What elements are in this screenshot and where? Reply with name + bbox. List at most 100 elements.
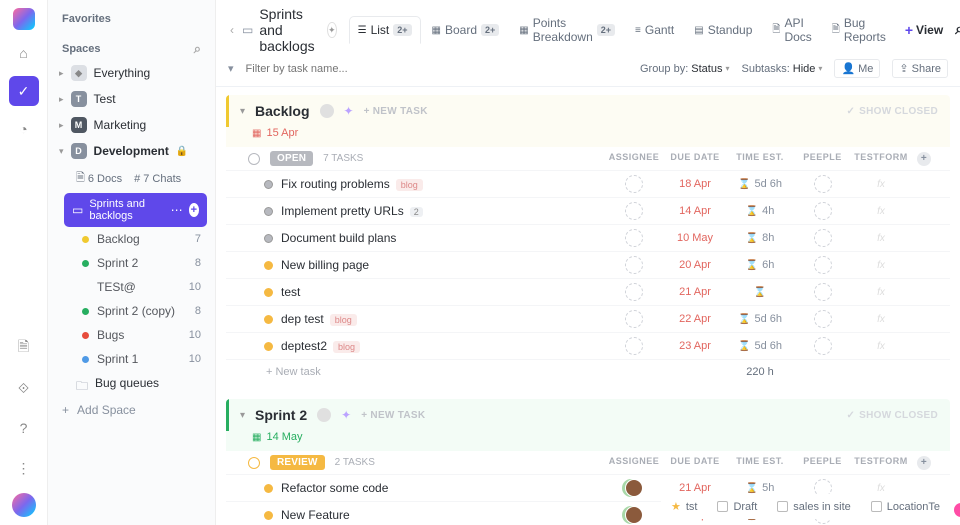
cell-peeple[interactable] bbox=[795, 310, 850, 328]
show-closed-button[interactable]: ✓SHOW CLOSED bbox=[846, 410, 938, 421]
cell-due[interactable]: 14 Apr bbox=[665, 205, 725, 217]
docs-link[interactable]: 🗎6 Docs bbox=[76, 169, 122, 188]
subtasks-select[interactable]: Subtasks: Hide ▾ bbox=[741, 63, 822, 75]
cell-assignee[interactable] bbox=[603, 337, 665, 355]
cell-peeple[interactable] bbox=[795, 229, 850, 247]
add-view-button[interactable]: +View bbox=[899, 18, 949, 42]
search-icon[interactable]: ⌕ bbox=[955, 21, 960, 39]
add-space-button[interactable]: + Add Space bbox=[48, 395, 215, 425]
assignee-placeholder[interactable] bbox=[625, 310, 643, 328]
show-closed-button[interactable]: ✓SHOW CLOSED bbox=[846, 106, 938, 117]
docs-icon[interactable]: 🗎 bbox=[9, 333, 39, 363]
task-row[interactable]: dep testblog 22 Apr ⌛5d 6h fx bbox=[226, 305, 950, 332]
new-task-button[interactable]: + NEW TASK bbox=[364, 106, 428, 117]
cell-assignee[interactable] bbox=[603, 310, 665, 328]
groupby-select[interactable]: Group by: Status ▾ bbox=[640, 63, 730, 75]
task-row[interactable]: Implement pretty URLs2 14 Apr ⌛4h fx bbox=[226, 197, 950, 224]
task-status-dot[interactable] bbox=[264, 511, 273, 520]
cell-peeple[interactable] bbox=[795, 283, 850, 301]
cell-assignee[interactable] bbox=[603, 283, 665, 301]
task-status-dot[interactable] bbox=[264, 207, 273, 216]
assignee-placeholder[interactable] bbox=[625, 256, 643, 274]
cell-est[interactable]: ⌛4h bbox=[725, 205, 795, 217]
filter-input[interactable] bbox=[242, 60, 382, 78]
assignee-avatar[interactable] bbox=[625, 479, 643, 497]
task-status-dot[interactable] bbox=[264, 234, 273, 243]
cell-testform[interactable]: fx bbox=[850, 179, 912, 190]
cell-testform[interactable]: fx bbox=[850, 314, 912, 325]
app-logo[interactable] bbox=[13, 8, 35, 30]
cell-due[interactable]: 21 Apr bbox=[665, 286, 725, 298]
sparkle-icon[interactable]: ✦ bbox=[341, 408, 351, 422]
assignee-placeholder[interactable] bbox=[625, 337, 643, 355]
sidebar-list-active[interactable]: ▭ Sprints and backlogs ⋯ + bbox=[64, 193, 207, 227]
sidebar-folder-bugqueues[interactable]: 🗀 Bug queues bbox=[48, 371, 215, 395]
cell-assignee[interactable] bbox=[603, 256, 665, 274]
view-tab[interactable]: ▦Board2+ bbox=[423, 16, 509, 44]
home-icon[interactable]: ⌂ bbox=[9, 38, 39, 68]
cell-assignee[interactable] bbox=[603, 479, 665, 497]
view-tab[interactable]: ≡Gantt bbox=[626, 16, 683, 44]
sidebar-sublist-item[interactable]: Sprint 110 bbox=[76, 347, 215, 371]
settings-icon[interactable]: ✦ bbox=[327, 22, 337, 38]
cell-testform[interactable]: fx bbox=[850, 287, 912, 298]
share-button[interactable]: ⇪Share bbox=[892, 59, 948, 78]
assignee-placeholder[interactable] bbox=[814, 283, 832, 301]
sidebar-sublist-item[interactable]: TESt@10 bbox=[76, 275, 215, 299]
me-filter-button[interactable]: 👤Me bbox=[834, 59, 880, 78]
cell-est[interactable]: ⌛5h bbox=[725, 482, 795, 494]
task-status-dot[interactable] bbox=[264, 484, 273, 493]
group-header[interactable]: ▾ Sprint 2 ✦ + NEW TASK ✓SHOW CLOSED bbox=[226, 399, 950, 431]
add-column-icon[interactable]: + bbox=[917, 152, 931, 166]
cell-assignee[interactable] bbox=[603, 175, 665, 193]
view-tab[interactable]: 🗎API Docs bbox=[763, 9, 820, 51]
more-icon[interactable]: ⋮ bbox=[9, 453, 39, 483]
cell-assignee[interactable] bbox=[603, 229, 665, 247]
sparkle-icon[interactable]: ✦ bbox=[344, 104, 354, 118]
new-task-button[interactable]: + NEW TASK bbox=[361, 410, 425, 421]
tray-item[interactable]: LocationTe bbox=[871, 501, 940, 513]
chats-link[interactable]: #7 Chats bbox=[134, 169, 181, 188]
cell-peeple[interactable] bbox=[795, 175, 850, 193]
new-task-row[interactable]: + New task 220 h bbox=[226, 359, 950, 383]
task-status-dot[interactable] bbox=[264, 315, 273, 324]
cell-testform[interactable]: fx bbox=[850, 341, 912, 352]
tray-item[interactable]: Draft bbox=[717, 501, 757, 513]
cell-peeple[interactable] bbox=[795, 256, 850, 274]
cell-testform[interactable]: fx bbox=[850, 483, 912, 494]
user-avatar[interactable] bbox=[12, 493, 36, 517]
view-tab[interactable]: ☰List2+ bbox=[349, 16, 421, 44]
status-chip[interactable]: REVIEW bbox=[270, 455, 325, 470]
status-chip[interactable]: OPEN bbox=[270, 151, 313, 166]
help-icon[interactable]: ? bbox=[9, 413, 39, 443]
cell-testform[interactable]: fx bbox=[850, 206, 912, 217]
filter-icon[interactable]: ▾ bbox=[228, 62, 234, 75]
add-to-list-icon[interactable]: + bbox=[189, 203, 199, 217]
cell-assignee[interactable] bbox=[603, 506, 665, 524]
status-toggle-icon[interactable] bbox=[248, 153, 260, 165]
assignee-placeholder[interactable] bbox=[814, 256, 832, 274]
sidebar-sublist-item[interactable]: Backlog7 bbox=[76, 227, 215, 251]
search-spaces-icon[interactable]: ⌕ bbox=[194, 41, 201, 57]
task-status-dot[interactable] bbox=[264, 180, 273, 189]
collapse-sidebar-icon[interactable]: ‹ bbox=[226, 19, 238, 41]
cell-est[interactable]: ⌛5d 6h bbox=[725, 178, 795, 190]
task-row[interactable]: Document build plans 10 May ⌛8h fx bbox=[226, 224, 950, 251]
cell-assignee[interactable] bbox=[603, 202, 665, 220]
sidebar-sublist-item[interactable]: Bugs10 bbox=[76, 323, 215, 347]
assignee-placeholder[interactable] bbox=[625, 202, 643, 220]
pulse-icon[interactable]: ⟐ bbox=[9, 373, 39, 403]
sidebar-sublist-item[interactable]: Sprint 28 bbox=[76, 251, 215, 275]
tray-item[interactable]: sales in site bbox=[777, 501, 850, 513]
sidebar-sublist-item[interactable]: Sprint 2 (copy)8 bbox=[76, 299, 215, 323]
cell-due[interactable]: 10 May bbox=[665, 232, 725, 244]
task-row[interactable]: New billing page 20 Apr ⌛6h fx bbox=[226, 251, 950, 278]
tray-item[interactable]: ★tst bbox=[671, 500, 698, 513]
sidebar-space-test[interactable]: ▸ T Test bbox=[48, 86, 215, 112]
assignee-placeholder[interactable] bbox=[814, 337, 832, 355]
cell-est[interactable]: ⌛5d 6h bbox=[725, 340, 795, 352]
cell-peeple[interactable] bbox=[795, 202, 850, 220]
cell-due[interactable]: 18 Apr bbox=[665, 178, 725, 190]
add-column-icon[interactable]: + bbox=[917, 456, 931, 470]
assignee-placeholder[interactable] bbox=[814, 229, 832, 247]
